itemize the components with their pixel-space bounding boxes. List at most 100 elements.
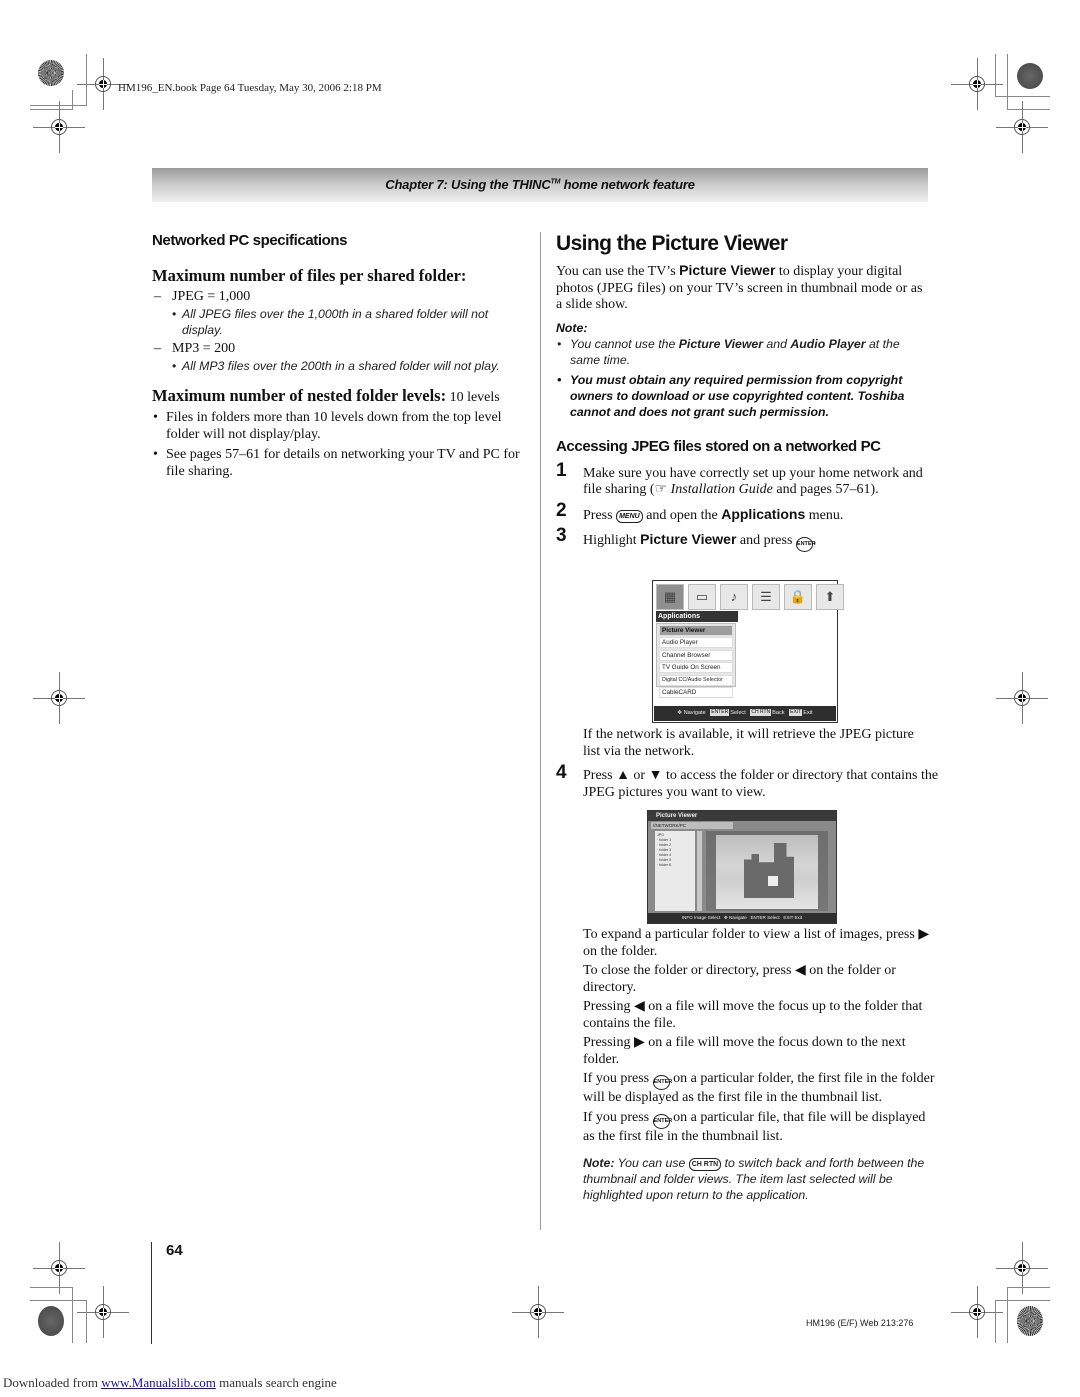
manualslib-link[interactable]: www.Manualslib.com	[101, 1375, 216, 1390]
chapter-banner: Chapter 7: Using the THINCTM home networ…	[152, 168, 928, 202]
viewer-footer-legend: INFO Image Select ✥ Navigate ENTER Selec…	[648, 913, 836, 923]
folder-scrollbar	[697, 831, 702, 911]
crop-line	[1007, 1287, 1050, 1288]
menu-footer-legend: ✥ Navigate ENTER Select CH RTN Back EXIT Ex…	[654, 706, 836, 721]
registration-mark	[33, 101, 85, 153]
registration-mark	[77, 1286, 129, 1338]
picture-viewer-screenshot: Picture Viewer //NETWORK/PC JPG · folder …	[647, 810, 837, 924]
down-arrow-icon: ▼	[648, 768, 663, 783]
registration-mark	[77, 58, 129, 110]
section-title-accessing-jpeg: Accessing JPEG files stored on a network…	[556, 437, 881, 455]
menu-item-digital-cc: Digital CC/Audio Selector	[659, 674, 733, 686]
column-divider	[540, 232, 541, 1230]
crop-line	[995, 1300, 996, 1343]
crop-line	[1007, 1287, 1008, 1343]
applications-menu-screenshot: ▦ ▭ ♪ ☰ 🔒 ⬆ Applications Picture Viewer …	[652, 580, 844, 723]
right-arrow-icon: ▶	[633, 1035, 645, 1050]
settings-icon: ☰	[752, 584, 780, 610]
crop-line	[995, 54, 996, 96]
chapter-title: Chapter 7: Using the THINCTM home networ…	[385, 177, 695, 192]
margin-line	[151, 1242, 152, 1344]
step-2: 2 Press MENU and open the Applications me…	[556, 499, 844, 523]
registration-mark	[951, 1286, 1003, 1338]
enter-key-icon: ENTER	[652, 1075, 672, 1090]
lock-icon: 🔒	[784, 584, 812, 610]
menu-item-tv-guide: TV Guide On Screen	[659, 662, 733, 674]
menu-item-picture-viewer: Picture Viewer	[659, 625, 733, 636]
starburst-mark-top-left	[38, 60, 64, 86]
solid-mark-top-right	[1017, 63, 1043, 89]
instruction-paragraph: Pressing ◀ on a file will move the focus…	[583, 999, 923, 1031]
crop-line	[86, 1300, 87, 1343]
crop-line	[1007, 54, 1008, 109]
step-3: 3 Highlight Picture Viewer and press ENTE…	[556, 526, 932, 552]
jpeg-note: • All JPEG files over the 1,000th in a sh…	[172, 307, 489, 337]
instruction-paragraph: Pressing ▶ on a file will move the focus…	[583, 1035, 906, 1067]
left-column: Networked PC specifications Maximum numb…	[152, 232, 524, 480]
registration-mark	[512, 1286, 564, 1338]
print-code: HM196 (E/F) Web 213:276	[806, 1318, 914, 1328]
step-1: 1 Make sure you have correctly set up you…	[556, 459, 923, 497]
starburst-mark-bottom-right	[1017, 1306, 1043, 1336]
registration-mark	[996, 101, 1048, 153]
left-arrow-icon: ◀	[633, 999, 645, 1014]
note-bullet: • You cannot use the Picture Viewer and A…	[557, 336, 900, 367]
navigate-icon: ✥	[723, 915, 728, 920]
registration-mark	[996, 1242, 1048, 1294]
crop-line	[30, 1300, 86, 1301]
instruction-paragraph: If you press ENTER on a particular file,…	[583, 1109, 926, 1144]
applications-menu-list: Picture Viewer Audio Player Channel Brow…	[656, 623, 736, 698]
navigate-icon: ✥	[677, 710, 683, 716]
registration-mark	[33, 1242, 85, 1294]
right-column: Using the Picture Viewer You can use the…	[556, 232, 932, 552]
mp3-note: • All MP3 files over the 200th in a share…	[172, 359, 500, 373]
mp3-limit: – MP3 = 200	[154, 341, 236, 356]
setup-icon: ⬆	[816, 584, 844, 610]
instruction-paragraph: If you press ENTER on a particular folde…	[583, 1071, 935, 1105]
ch-rtn-key-icon: CH RTN	[688, 1158, 722, 1171]
after-step-3: If the network is available, it will ret…	[583, 727, 914, 759]
folder-tree: JPG · folder 1 · folder 2 · folder 3 · folde…	[655, 831, 695, 911]
crop-line	[30, 109, 72, 110]
solid-mark-bottom-left	[38, 1306, 64, 1336]
crop-line	[995, 1300, 1050, 1301]
nested-bullet: • Files in folders more than 10 levels do…	[153, 410, 502, 442]
registration-mark	[33, 672, 85, 724]
intro-paragraph: You can use the TV’s Picture Viewer to d…	[556, 262, 923, 312]
crop-line	[72, 90, 73, 110]
left-arrow-icon: ◀	[794, 963, 806, 978]
crop-line	[30, 1287, 72, 1288]
instruction-paragraph: To expand a particular folder to view a …	[583, 927, 930, 959]
music-icon: ♪	[720, 584, 748, 610]
final-note: Note: You can use CH RTN to switch back …	[583, 1156, 925, 1202]
nested-folder-heading: Maximum number of nested folder levels: …	[152, 386, 500, 405]
up-arrow-icon: ▲	[616, 768, 630, 783]
crop-line	[86, 54, 87, 106]
crop-line	[1007, 109, 1050, 110]
menu-key-icon: MENU	[616, 509, 643, 523]
instruction-paragraph: To close the folder or directory, press …	[583, 963, 896, 995]
picture-viewer-title: Picture Viewer	[648, 811, 836, 821]
print-slug: HM196_EN.book Page 64 Tuesday, May 30, 2…	[118, 82, 382, 94]
navigation-instructions: To expand a particular folder to view a …	[583, 927, 935, 1203]
applications-icon: ▦	[656, 584, 684, 610]
download-attribution: Downloaded from www.Manualslib.com manua…	[3, 1375, 337, 1390]
note-label: Note:	[556, 320, 588, 335]
registration-mark	[951, 58, 1003, 110]
reference-icon: ☞	[654, 482, 668, 497]
menu-item-audio-player: Audio Player	[659, 637, 733, 649]
nested-bullet: • See pages 57–61 for details on networki…	[153, 447, 520, 479]
menu-icon-bar: ▦ ▭ ♪ ☰ 🔒 ⬆	[656, 584, 844, 610]
section-title-networked-pc: Networked PC specifications	[152, 232, 348, 249]
applications-menu-header: Applications	[656, 611, 738, 622]
files-per-folder-heading: Maximum number of files per shared folde…	[152, 266, 467, 285]
menu-item-cablecard: CableCARD	[659, 686, 733, 698]
right-arrow-icon: ▶	[918, 927, 930, 942]
jpeg-limit: – JPEG = 1,000	[154, 289, 251, 304]
picture-icon: ▭	[688, 584, 716, 610]
folder-path: //NETWORK/PC	[651, 822, 733, 829]
crop-line	[72, 1287, 73, 1343]
step-4: 4 Press ▲ or ▼ to access the folder or di…	[556, 762, 939, 800]
enter-key-icon: ENTER	[652, 1113, 672, 1129]
crop-line	[995, 96, 1050, 97]
